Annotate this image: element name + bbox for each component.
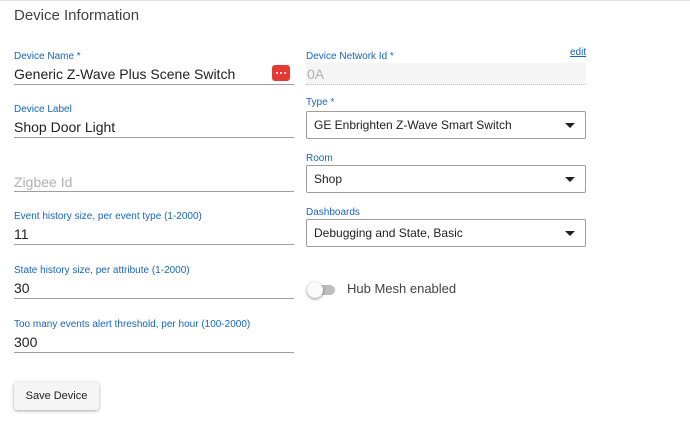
zigbee-id-underline: [14, 191, 294, 192]
more-dots-icon[interactable]: [272, 65, 290, 81]
type-label: Type *: [306, 97, 335, 108]
room-label: Room: [306, 153, 333, 164]
device-label-field[interactable]: Device Label Shop Door Light: [14, 104, 294, 138]
top-divider: [0, 0, 690, 1]
device-label-underline: [14, 137, 294, 138]
device-network-id-label: Device Network Id *: [306, 51, 394, 62]
hub-mesh-toggle[interactable]: [307, 282, 335, 298]
caret-down-icon: [565, 231, 575, 236]
events-alert-underline: [14, 352, 294, 353]
edit-network-id-link[interactable]: edit: [570, 47, 586, 58]
zigbee-id-field[interactable]: Zigbee Id: [14, 170, 294, 192]
type-select-value: GE Enbrighten Z-Wave Smart Switch: [314, 118, 512, 132]
device-label-label: Device Label: [14, 104, 72, 115]
event-history-label: Event history size, per event type (1-20…: [14, 211, 202, 222]
room-select[interactable]: Shop: [306, 165, 586, 193]
room-select-value: Shop: [314, 172, 343, 186]
events-alert-field[interactable]: Too many events alert threshold, per hou…: [14, 319, 294, 353]
device-label-input[interactable]: Shop Door Light: [14, 119, 115, 135]
event-history-input[interactable]: 11: [14, 226, 29, 242]
dashboards-label: Dashboards: [306, 207, 360, 218]
device-name-field[interactable]: Device Name * Generic Z-Wave Plus Scene …: [14, 51, 294, 85]
device-name-underline: [14, 84, 294, 85]
event-history-field[interactable]: Event history size, per event type (1-20…: [14, 211, 294, 245]
save-device-button[interactable]: Save Device: [14, 382, 99, 410]
event-history-underline: [14, 244, 294, 245]
state-history-field[interactable]: State history size, per attribute (1-200…: [14, 265, 294, 299]
type-select[interactable]: GE Enbrighten Z-Wave Smart Switch: [306, 111, 586, 139]
hub-mesh-toggle-knob: [307, 282, 323, 298]
type-label-wrap: Type *: [306, 97, 586, 109]
page-title: Device Information: [14, 7, 140, 24]
state-history-label: State history size, per attribute (1-200…: [14, 265, 190, 276]
dashboards-select-value: Debugging and State, Basic: [314, 226, 463, 240]
state-history-underline: [14, 298, 294, 299]
device-name-label: Device Name *: [14, 51, 81, 62]
caret-down-icon: [565, 123, 575, 128]
device-network-id-field: Device Network Id * 0A: [306, 51, 586, 85]
events-alert-input[interactable]: 300: [14, 334, 37, 350]
dashboards-select[interactable]: Debugging and State, Basic: [306, 219, 586, 247]
events-alert-label: Too many events alert threshold, per hou…: [14, 319, 251, 330]
hub-mesh-label: Hub Mesh enabled: [347, 281, 457, 296]
zigbee-id-input[interactable]: Zigbee Id: [14, 174, 72, 190]
dashboards-label-wrap: Dashboards: [306, 207, 586, 219]
device-name-input[interactable]: Generic Z-Wave Plus Scene Switch: [14, 66, 235, 82]
room-label-wrap: Room: [306, 153, 586, 165]
caret-down-icon: [565, 177, 575, 182]
state-history-input[interactable]: 30: [14, 280, 30, 296]
device-network-id-value: 0A: [307, 66, 325, 82]
